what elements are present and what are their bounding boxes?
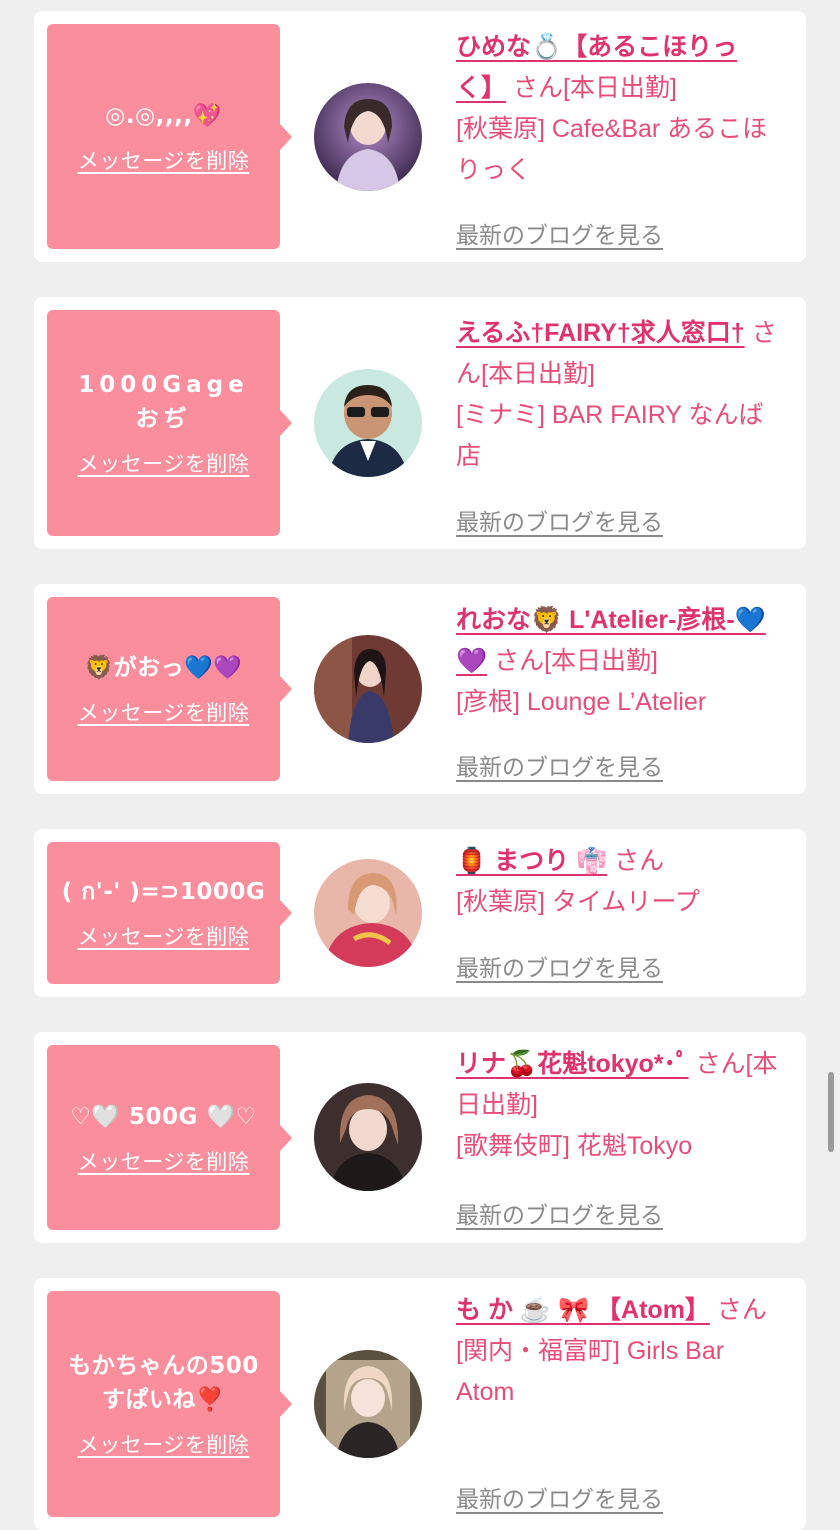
message-text: ( ก'-' )=⊃1000G xyxy=(61,879,266,905)
message-bubble: ◎.◎,,,,💖 メッセージを削除 xyxy=(47,24,292,249)
message-bubble: ( ก'-' )=⊃1000G メッセージを削除 xyxy=(47,842,292,984)
latest-blog-link[interactable]: 最新のブログを見る xyxy=(456,949,663,983)
cast-avatar[interactable] xyxy=(314,859,422,967)
shop-name: [彦根] Lounge L’Atelier xyxy=(456,688,707,716)
message-card: ♡🤍 500G 🤍♡ メッセージを削除 リナ🍒花魁tokyo*･ﾟ さん[本日出… xyxy=(34,1032,806,1243)
cast-status: さん[本日出勤] xyxy=(494,647,658,675)
cast-name-line: ひめな💍【あるこほりっく】 さん[本日出勤] xyxy=(456,27,786,109)
cast-avatar[interactable] xyxy=(314,369,422,477)
message-bubble: 1000Gage おぢ メッセージを削除 xyxy=(47,310,292,536)
message-text: ♡🤍 500G 🤍♡ xyxy=(70,1103,257,1130)
latest-blog-link[interactable]: 最新のブログを見る xyxy=(456,748,663,782)
cast-name-link[interactable]: も か ☕️ 🎀 【Atom】 xyxy=(456,1296,710,1324)
cast-info: 🏮 まつり 👘 さん [秋葉原] タイムリープ xyxy=(456,841,786,923)
cast-avatar[interactable] xyxy=(314,83,422,191)
delete-message-link[interactable]: メッセージを削除 xyxy=(78,1429,250,1459)
cast-avatar[interactable] xyxy=(314,635,422,743)
latest-blog-link[interactable]: 最新のブログを見る xyxy=(456,1480,663,1514)
message-card: 🦁がおっ💙💜 メッセージを削除 れおな🦁 L'Atelier-彦根-💙💜 さん[… xyxy=(34,584,806,794)
cast-name-line: リナ🍒花魁tokyo*･ﾟ さん[本日出勤] xyxy=(456,1044,786,1126)
latest-blog-link[interactable]: 最新のブログを見る xyxy=(456,1196,663,1230)
delete-message-link[interactable]: メッセージを削除 xyxy=(78,145,250,175)
message-card: ( ก'-' )=⊃1000G メッセージを削除 🏮 まつり 👘 さん [秋葉原… xyxy=(34,829,806,997)
message-bubble: もかちゃんの500 すぱいね❣️ メッセージを削除 xyxy=(47,1291,292,1517)
latest-blog-link[interactable]: 最新のブログを見る xyxy=(456,503,663,537)
scrollbar-thumb[interactable] xyxy=(828,1072,834,1152)
cast-name-link[interactable]: リナ🍒花魁tokyo*･ﾟ xyxy=(456,1050,689,1078)
message-bubble: ♡🤍 500G 🤍♡ メッセージを削除 xyxy=(47,1045,292,1230)
message-card: ◎.◎,,,,💖 メッセージを削除 ひめな💍【あるこほりっく】 さん[本日出勤]… xyxy=(34,11,806,262)
shop-name: [秋葉原] タイムリープ xyxy=(456,888,700,916)
cast-avatar[interactable] xyxy=(314,1083,422,1191)
cast-info: リナ🍒花魁tokyo*･ﾟ さん[本日出勤] [歌舞伎町] 花魁Tokyo xyxy=(456,1044,786,1167)
shop-name: [ミナミ] BAR FAIRY なんば店 xyxy=(456,401,764,470)
cast-name-line: えるふ†FAIRY†求人窓口† さん[本日出勤] xyxy=(456,313,786,395)
message-text: 🦁がおっ💙💜 xyxy=(84,655,243,681)
cast-info: えるふ†FAIRY†求人窓口† さん[本日出勤] [ミナミ] BAR FAIRY… xyxy=(456,313,786,477)
latest-blog-link[interactable]: 最新のブログを見る xyxy=(456,216,663,250)
cast-info: も か ☕️ 🎀 【Atom】 さん [関内・福富町] Girls Bar At… xyxy=(456,1290,786,1413)
shop-name: [関内・福富町] Girls Bar Atom xyxy=(456,1337,725,1406)
delete-message-link[interactable]: メッセージを削除 xyxy=(78,448,250,478)
delete-message-link[interactable]: メッセージを削除 xyxy=(78,1146,250,1176)
cast-status: さん xyxy=(614,847,665,875)
cast-status: さん xyxy=(716,1296,767,1324)
delete-message-link[interactable]: メッセージを削除 xyxy=(78,697,250,727)
cast-name-link[interactable]: 🏮 まつり 👘 xyxy=(456,847,607,875)
cast-avatar[interactable] xyxy=(314,1350,422,1458)
delete-message-link[interactable]: メッセージを削除 xyxy=(78,921,250,951)
cast-status: さん[本日出勤] xyxy=(512,74,677,102)
message-text: 1000Gage おぢ xyxy=(78,372,249,432)
cast-name-link[interactable]: えるふ†FAIRY†求人窓口† xyxy=(456,319,745,347)
cast-info: ひめな💍【あるこほりっく】 さん[本日出勤] [秋葉原] Cafe&Bar ある… xyxy=(456,27,786,191)
message-text: もかちゃんの500 すぱいね❣️ xyxy=(68,1353,259,1413)
cast-info: れおな🦁 L'Atelier-彦根-💙💜 さん[本日出勤] [彦根] Loung… xyxy=(456,600,786,723)
cast-name-line: も か ☕️ 🎀 【Atom】 さん xyxy=(456,1290,786,1331)
message-card: もかちゃんの500 すぱいね❣️ メッセージを削除 も か ☕️ 🎀 【Atom… xyxy=(34,1278,806,1530)
shop-name: [歌舞伎町] 花魁Tokyo xyxy=(456,1132,693,1160)
message-text: ◎.◎,,,,💖 xyxy=(105,102,222,129)
cast-name-line: れおな🦁 L'Atelier-彦根-💙💜 さん[本日出勤] xyxy=(456,600,786,682)
shop-name: [秋葉原] Cafe&Bar あるこほりっく xyxy=(456,115,768,184)
message-card: 1000Gage おぢ メッセージを削除 えるふ†FAIRY†求人窓口† さん[… xyxy=(34,297,806,549)
cast-name-line: 🏮 まつり 👘 さん xyxy=(456,841,786,882)
message-bubble: 🦁がおっ💙💜 メッセージを削除 xyxy=(47,597,292,781)
